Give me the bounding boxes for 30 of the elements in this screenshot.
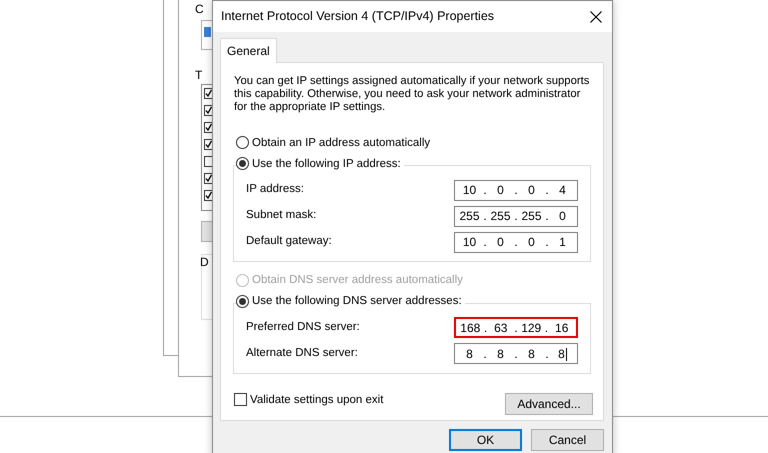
option-label: Obtain DNS server address automatically — [252, 273, 463, 288]
close-icon[interactable] — [590, 10, 602, 22]
radio-button[interactable] — [236, 136, 249, 150]
field-label: Preferred DNS server: — [246, 320, 360, 335]
cancel-button[interactable]: Cancel — [531, 429, 604, 451]
advanced-button[interactable]: Advanced... — [505, 392, 593, 415]
ip-address-field[interactable]: 255 . 255 . 255 . 0 — [454, 206, 578, 227]
field-label: Subnet mask: — [246, 208, 316, 224]
option-label: Use the following IP address: — [252, 156, 401, 171]
label-text: D — [200, 255, 209, 269]
window-title: Internet Protocol Version 4 (TCP/IPv4) Properties — [221, 8, 494, 26]
label-text: C — [195, 2, 203, 16]
field-label: IP address: — [246, 182, 304, 198]
ip-address-field[interactable]: 10 . 0 . 0 . 1 — [454, 232, 578, 253]
radio-button[interactable] — [236, 294, 249, 308]
ok-button[interactable]: OK — [449, 429, 522, 451]
option-label: Obtain an IP address automatically — [252, 136, 430, 150]
checkbox-label: Validate settings upon exit — [250, 392, 384, 407]
field-label: Alternate DNS server: — [246, 346, 358, 361]
radio-button[interactable] — [236, 157, 249, 170]
ip-address-field[interactable]: 168 . 63 . 129 . 16 — [454, 317, 578, 338]
option-label: Use the following DNS server addresses: — [252, 294, 462, 308]
field-label: Default gateway: — [246, 234, 332, 250]
checkbox[interactable] — [234, 393, 247, 406]
label-text: T — [195, 68, 203, 82]
description-text: You can get IP settings assigned automatically if your network supports this capability. Otherwise, you need to ask your network administrator for the appropriate IP settings. — [234, 75, 590, 115]
adapter-icon — [204, 27, 211, 37]
tab[interactable]: General — [220, 38, 277, 63]
ip-address-field[interactable]: 10 . 0 . 0 . 4 — [454, 180, 578, 201]
ip-address-field[interactable]: 8 . 8 . 8 . 8 — [454, 343, 578, 364]
